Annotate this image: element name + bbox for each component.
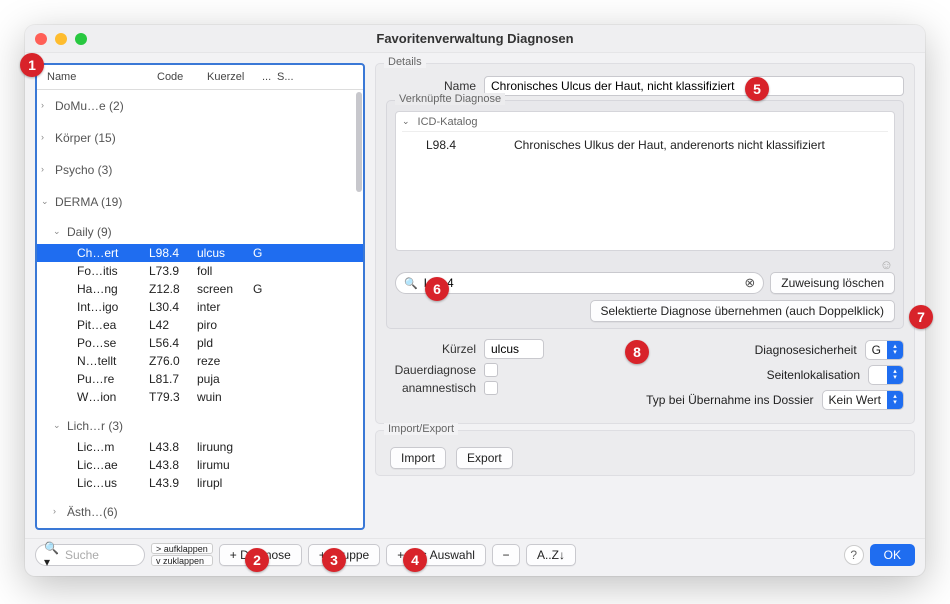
callout-7: 7 [909,305,933,329]
tree-group[interactable]: ›Körper (15) [37,126,363,150]
titlebar: Favoritenverwaltung Diagnosen [25,25,925,53]
minimize-icon[interactable] [55,33,67,45]
col-dots[interactable]: ... [258,69,273,85]
tree-row[interactable]: Po…se L56.4 pld [37,334,363,352]
import-button[interactable]: Import [390,447,446,469]
chevron-down-icon: ⌄ [53,420,61,431]
sort-button[interactable]: A..Z↓ [526,544,576,566]
callout-5: 5 [745,77,769,101]
dauer-label: Dauerdiagnose [386,363,476,377]
dauer-checkbox[interactable] [484,363,498,377]
col-kuerzel[interactable]: Kuerzel [203,69,258,85]
icd-text: Chronisches Ulkus der Haut, anderenorts … [514,138,825,152]
tree-row[interactable]: Ha…ng Z12.8 screen G [37,280,363,298]
chevron-right-icon: › [41,100,44,110]
kuerzel-label: Kürzel [386,342,476,356]
tree-group[interactable]: ›DoMu…e (2) [37,94,363,118]
anam-label: anamnestisch [386,381,476,395]
linked-title: Verknüpfte Diagnose [395,93,505,105]
tree-row[interactable]: Int…igo L30.4 inter [37,298,363,316]
bottom-toolbar: 🔍▾ > aufklappen v zuklappen + Diagnose +… [25,538,925,576]
tree-body: ›DoMu…e (2) ›Körper (15) ›Psycho (3) ⌄DE… [37,90,363,528]
sicherheit-select[interactable]: G ▴▾ [865,340,904,360]
tree-row[interactable]: Fo…itis L73.9 foll [37,262,363,280]
impexp-title: Import/Export [384,423,458,435]
callout-6: 6 [425,277,449,301]
name-field[interactable] [484,76,904,96]
col-s[interactable]: S... [273,69,288,85]
zoom-icon[interactable] [75,33,87,45]
tree-group[interactable]: ⌄DERMA (19) [37,190,363,214]
tree-row[interactable]: Pu…re L81.7 puja [37,370,363,388]
search-icon: 🔍▾ [44,541,59,569]
chevron-updown-icon: ▴▾ [887,391,903,409]
chevron-down-icon: ⌄ [41,196,49,207]
anam-checkbox[interactable] [484,381,498,395]
chevron-down-icon[interactable]: ⌄ [402,116,410,128]
close-icon[interactable] [35,33,47,45]
icd-list-item[interactable]: L98.4 Chronisches Ulkus der Haut, andere… [402,132,888,152]
import-export-group: Import/Export Import Export [375,430,915,476]
tree-row[interactable]: N…tellt Z76.0 reze [37,352,363,370]
icd-search[interactable]: 🔍 ⊗ [395,272,764,294]
tree-subgroup[interactable]: ⌄Lich…r (3) [37,414,363,438]
expand-all-button[interactable]: > aufklappen [151,543,213,554]
icd-list[interactable]: ⌄ ICD-Katalog L98.4 Chronisches Ulkus de… [395,111,895,251]
chevron-right-icon: › [53,506,56,516]
tree-group[interactable]: ›Psycho (3) [37,158,363,182]
favorites-tree[interactable]: Name Code Kuerzel ... S... ›DoMu…e (2) ›… [35,63,365,530]
tree-row[interactable]: Ch…ert L98.4 ulcus G [37,244,363,262]
clear-icon[interactable]: ⊗ [744,275,755,291]
callout-3: 3 [322,548,346,572]
callout-2: 2 [245,548,269,572]
callout-8: 8 [625,340,649,364]
ok-button[interactable]: OK [870,544,915,566]
dialog-window: 1 2 3 4 5 6 7 8 Favoritenverwaltung Diag… [25,25,925,576]
sicherheit-label: Diagnosesicherheit [755,343,857,357]
kuerzel-field[interactable] [484,339,544,359]
icd-code: L98.4 [426,138,506,152]
tree-row[interactable]: Lic…us L43.9 lirupl [37,474,363,492]
icd-search-input[interactable] [422,275,741,291]
help-button[interactable]: ? [844,545,864,565]
linked-diagnosis-group: Verknüpfte Diagnose ⌄ ICD-Katalog L98.4 … [386,100,904,329]
col-code[interactable]: Code [153,69,203,85]
take-over-button[interactable]: Selektierte Diagnose übernehmen (auch Do… [590,300,896,322]
tree-subgroup[interactable]: ›Ästh…(6) [37,500,363,524]
callout-1: 1 [20,53,44,77]
icd-header: ICD-Katalog [418,116,478,128]
chevron-right-icon: › [41,132,44,142]
tree-row[interactable]: Pit…ea L42 piro [37,316,363,334]
details-group: Details Name Verknüpfte Diagnose ⌄ ICD-K… [375,63,915,424]
col-name[interactable]: Name [43,69,153,85]
tree-header: Name Code Kuerzel ... S... [37,65,363,90]
clear-assignment-button[interactable]: Zuweisung löschen [770,272,895,294]
callout-4: 4 [403,548,427,572]
tree-row[interactable]: Lic…ae L43.8 lirumu [37,456,363,474]
tree-row[interactable]: W…ion T79.3 wuin [37,388,363,406]
bottom-search[interactable]: 🔍▾ [35,544,145,566]
details-title: Details [384,56,426,68]
search-icon: 🔍 [404,277,418,290]
collapse-all-button[interactable]: v zuklappen [151,555,213,566]
chevron-updown-icon: ▴▾ [887,366,903,384]
lokal-select[interactable]: ▴▾ [868,365,904,385]
export-button[interactable]: Export [456,447,513,469]
from-selection-button[interactable]: + aus Auswahl [386,544,486,566]
typ-label: Typ bei Übernahme ins Dossier [646,393,813,407]
chevron-right-icon: › [41,164,44,174]
window-title: Favoritenverwaltung Diagnosen [376,31,573,46]
tree-row[interactable]: Lic…m L43.8 liruung [37,438,363,456]
lokal-label: Seitenlokalisation [767,368,860,382]
emoji-icon[interactable]: ☺ [395,257,895,272]
chevron-down-icon: ⌄ [53,226,61,237]
tree-subgroup[interactable]: ⌄Daily (9) [37,220,363,244]
chevron-updown-icon: ▴▾ [887,341,903,359]
name-label: Name [386,79,476,93]
remove-button[interactable]: − [492,544,520,566]
typ-select[interactable]: Kein Wert ▴▾ [822,390,904,410]
